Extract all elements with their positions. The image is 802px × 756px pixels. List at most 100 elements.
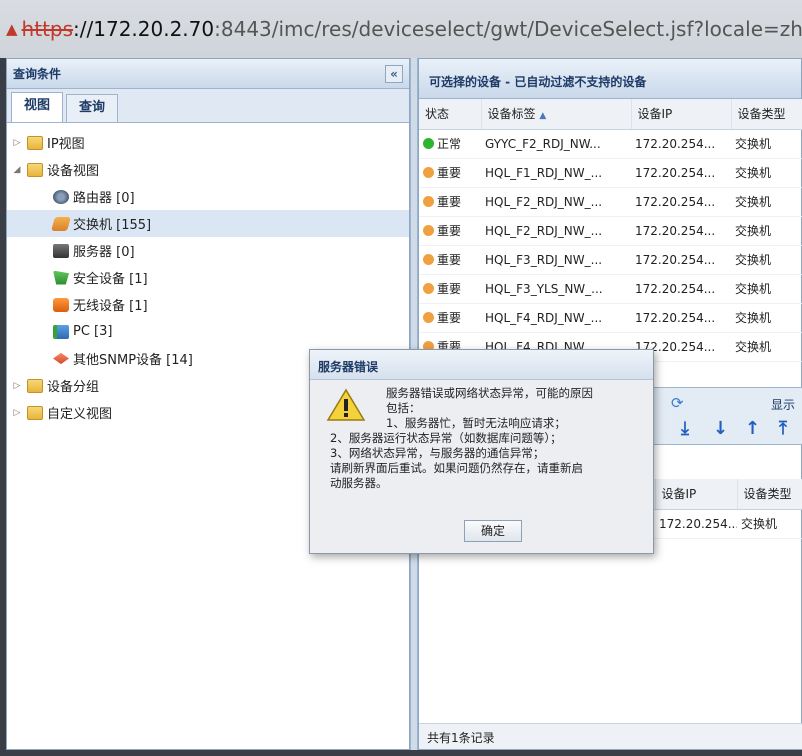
device-type-cell: 交换机 <box>731 187 802 217</box>
tree-item-label: PC [3] <box>73 324 113 339</box>
table-header-row: 状态 设备标签 ▲ 设备IP 设备类型 <box>419 99 802 130</box>
expand-toggle-icon[interactable]: ▷ <box>11 408 23 418</box>
selected-column-type[interactable]: 设备类型 <box>737 479 802 510</box>
devices-panel-title: 可选择的设备 - 已自动过滤不支持的设备 <box>419 59 801 99</box>
refresh-icon[interactable]: ⟳ <box>671 394 684 412</box>
device-ip-cell: 172.20.254... <box>631 129 731 159</box>
folder-icon <box>27 378 43 393</box>
move-up-icon[interactable]: ↑ <box>745 418 760 439</box>
column-device-label[interactable]: 设备标签 ▲ <box>481 99 632 130</box>
move-top-icon[interactable]: ⤒ <box>779 418 787 439</box>
status-text: 重要 <box>437 282 462 296</box>
tree-item[interactable]: 无线设备 [1] <box>7 291 409 318</box>
collapse-panel-button[interactable]: « <box>385 64 403 83</box>
table-row[interactable]: 重要 HQL_F3_YLS_NW_... 172.20.254... 交换机 <box>419 274 802 304</box>
tab-query[interactable]: 查询 <box>66 94 119 122</box>
move-down-icon[interactable]: ↓ <box>713 418 728 439</box>
folder-icon <box>27 162 43 177</box>
dialog-line: 1、服务器忙，暂时无法响应请求； <box>386 416 566 430</box>
table-row[interactable]: 重要 HQL_F3_RDJ_NW_... 172.20.254... 交换机 <box>419 245 802 275</box>
view-tabs: 视图 查询 <box>7 89 409 123</box>
tree-item-label: 其他SNMP设备 [14] <box>73 353 193 368</box>
status-cell: 正常 <box>419 129 481 159</box>
dialog-message: 服务器错误或网络状态异常，可能的原因 包括： 1、服务器忙，暂时无法响应请求； … <box>330 386 648 491</box>
device-label-cell: HQL_F4_RDJ_NW_... <box>481 303 631 333</box>
router-icon <box>53 189 69 204</box>
expand-toggle-icon[interactable]: ▷ <box>11 138 23 148</box>
expand-toggle-icon[interactable]: ◢ <box>11 165 23 175</box>
selected-column-ip[interactable]: 设备IP <box>655 479 738 510</box>
url-host: ://172.20.2.70 <box>73 17 215 41</box>
table-row[interactable]: 重要 HQL_F4_RDJ_NW_... 172.20.254... 交换机 <box>419 303 802 333</box>
insecure-lock-icon[interactable]: ▲ <box>6 20 18 38</box>
status-text: 重要 <box>437 253 462 267</box>
device-label-cell: GYYC_F2_RDJ_NW... <box>481 129 631 159</box>
device-label-cell: HQL_F3_RDJ_NW_... <box>481 245 631 275</box>
status-text: 重要 <box>437 166 462 180</box>
device-type-cell: 交换机 <box>731 216 802 246</box>
column-status[interactable]: 状态 <box>419 99 482 130</box>
table-row[interactable]: 重要 HQL_F1_RDJ_NW_... 172.20.254... 交换机 <box>419 158 802 188</box>
tree-item[interactable]: 路由器 [0] <box>7 183 409 210</box>
device-label-cell: HQL_F1_RDJ_NW_... <box>481 158 631 188</box>
tree-item-label: IP视图 <box>47 137 85 152</box>
status-cell: 重要 <box>419 274 481 304</box>
device-type-cell: 交换机 <box>731 274 802 304</box>
tree-item[interactable]: 交换机 [155] <box>7 210 409 237</box>
dialog-line: 2、服务器运行状态异常（如数据库问题等）； <box>330 431 562 445</box>
status-dot-icon <box>423 254 434 265</box>
security-icon <box>53 270 69 285</box>
server-icon <box>53 243 69 258</box>
status-text: 正常 <box>437 137 462 151</box>
device-ip-cell: 172.20.254... <box>631 303 731 333</box>
panel-title: 查询条件 <box>13 67 62 81</box>
switch-icon <box>51 216 71 231</box>
tree-item-label: 交换机 [155] <box>73 218 152 233</box>
dialog-line: 3、网络状态异常，与服务器的通信异常； <box>330 446 545 460</box>
tree-item[interactable]: ◢ 设备视图 <box>7 156 409 183</box>
device-type-cell: 交换机 <box>731 245 802 275</box>
status-dot-icon <box>423 283 434 294</box>
folder-icon <box>27 135 43 150</box>
column-device-ip[interactable]: 设备IP <box>631 99 732 130</box>
device-type-cell: 交换机 <box>731 129 802 159</box>
selected-cell-ip: 172.20.254... <box>655 509 737 539</box>
device-type-cell: 交换机 <box>731 332 802 362</box>
status-text: 重要 <box>437 195 462 209</box>
status-text: 重要 <box>437 224 462 238</box>
url-scheme: https <box>21 17 74 41</box>
status-dot-icon <box>423 225 434 236</box>
pc-icon <box>53 324 69 339</box>
tree-item[interactable]: 安全设备 [1] <box>7 264 409 291</box>
dialog-line: 包括： <box>386 401 421 415</box>
tree-item-label: 服务器 [0] <box>73 245 135 260</box>
device-label-cell: HQL_F3_YLS_NW_... <box>481 274 631 304</box>
status-cell: 重要 <box>419 303 481 333</box>
address-bar[interactable]: ▲ https ://172.20.2.70 :8443 /imc/res/de… <box>0 0 802 58</box>
move-bottom-icon[interactable]: ⤓ <box>681 418 689 439</box>
show-label[interactable]: 显示 <box>771 396 795 413</box>
ok-button[interactable]: 确定 <box>464 520 522 542</box>
tree-item[interactable]: 服务器 [0] <box>7 237 409 264</box>
tree-item-label: 路由器 [0] <box>73 191 135 206</box>
table-row[interactable]: 重要 HQL_F2_RDJ_NW_... 172.20.254... 交换机 <box>419 216 802 246</box>
selected-cell-type: 交换机 <box>737 509 802 539</box>
status-dot-icon <box>423 312 434 323</box>
table-row[interactable]: 重要 HQL_F2_RDJ_NW_... 172.20.254... 交换机 <box>419 187 802 217</box>
dialog-line: 动服务器。 <box>330 476 388 490</box>
tree-item[interactable]: ▷ IP视图 <box>7 129 409 156</box>
table-row[interactable]: 正常 GYYC_F2_RDJ_NW... 172.20.254... 交换机 <box>419 129 802 159</box>
status-cell: 重要 <box>419 187 481 217</box>
tree-item[interactable]: PC [3] <box>7 318 409 345</box>
expand-toggle-icon[interactable]: ▷ <box>11 381 23 391</box>
tab-view[interactable]: 视图 <box>11 92 64 122</box>
folder-icon <box>27 405 43 420</box>
tree-item-label: 无线设备 [1] <box>73 299 148 314</box>
device-table-body: 正常 GYYC_F2_RDJ_NW... 172.20.254... 交换机 重要 HQL… <box>419 129 802 362</box>
device-label-cell: HQL_F2_RDJ_NW_... <box>481 216 631 246</box>
column-device-type[interactable]: 设备类型 <box>731 99 802 130</box>
tree-item-label: 安全设备 [1] <box>73 272 148 287</box>
status-dot-icon <box>423 167 434 178</box>
device-ip-cell: 172.20.254... <box>631 245 731 275</box>
tree-item-label: 设备视图 <box>47 164 100 179</box>
